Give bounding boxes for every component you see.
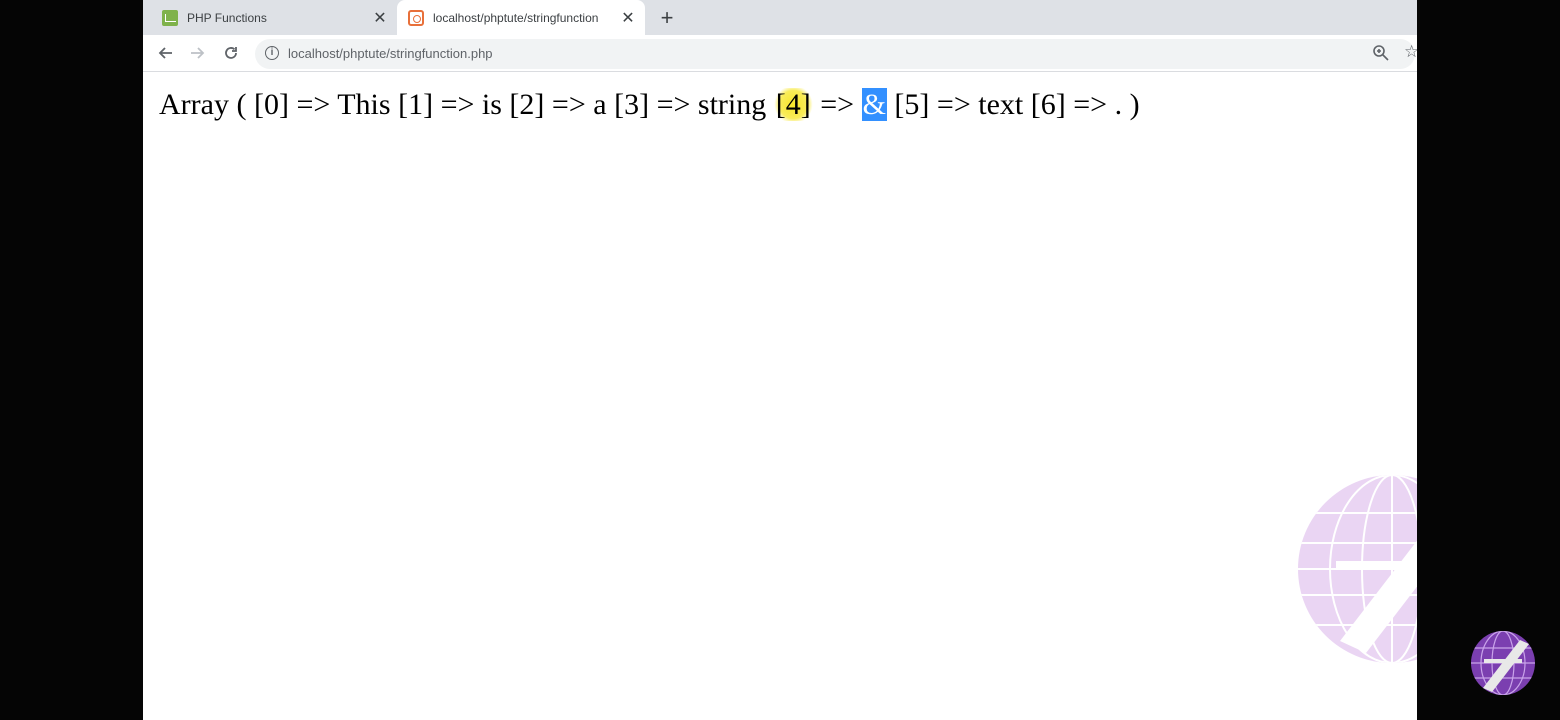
reload-icon[interactable] <box>219 41 243 65</box>
array-index: [3] <box>614 88 650 121</box>
url-text: localhost/phptute/stringfunction.php <box>288 46 493 61</box>
tab-title: localhost/phptute/stringfunction <box>433 10 599 25</box>
globe-watermark-icon <box>1298 475 1417 663</box>
browser-window: PHP Functions ✕ localhost/phptute/string… <box>143 0 1417 720</box>
selected-array-value: & <box>861 88 887 121</box>
xampp-favicon-icon <box>408 9 424 26</box>
tab-stringfunction[interactable]: localhost/phptute/stringfunction ✕ <box>397 0 645 35</box>
array-index: [6] <box>1030 88 1066 121</box>
browser-toolbar: i localhost/phptute/stringfunction.php ☆ <box>143 35 1417 72</box>
bookmark-star-icon[interactable]: ☆ <box>1404 42 1417 62</box>
array-arrow: => <box>1065 88 1115 121</box>
array-arrow: => <box>433 88 482 121</box>
array-index: [1] <box>398 88 434 121</box>
array-index: [2] <box>509 88 545 121</box>
array-arrow: => <box>649 88 698 121</box>
php-print-r-output: Array ( [0] => This [1] => is [2] => a [… <box>159 88 1140 122</box>
channel-logo-icon <box>1471 631 1535 695</box>
close-icon[interactable]: ✕ <box>617 7 639 29</box>
address-bar[interactable]: i localhost/phptute/stringfunction.php ☆ <box>255 39 1417 69</box>
highlighted-array-index: [4] <box>773 88 813 121</box>
array-arrow: => <box>812 88 862 121</box>
array-index: [0] <box>253 88 289 121</box>
array-value: . <box>1114 88 1130 121</box>
array-suffix: ) <box>1129 88 1140 121</box>
close-icon[interactable]: ✕ <box>369 7 391 29</box>
forward-arrow-icon[interactable] <box>186 41 210 65</box>
array-value: a <box>593 88 615 121</box>
video-border-right <box>1417 0 1560 720</box>
back-arrow-icon[interactable] <box>153 41 177 65</box>
array-arrow: => <box>288 88 338 121</box>
info-icon[interactable]: i <box>265 46 279 60</box>
array-value: string <box>697 88 774 121</box>
array-value: This <box>337 88 399 121</box>
tab-php-functions[interactable]: PHP Functions ✕ <box>151 0 397 35</box>
array-prefix: Array ( <box>159 88 254 121</box>
array-arrow: => <box>929 88 979 121</box>
tab-title: PHP Functions <box>187 10 267 25</box>
new-tab-button[interactable]: + <box>655 5 679 30</box>
array-arrow: => <box>544 88 594 121</box>
zoom-icon[interactable] <box>1372 44 1390 62</box>
tab-strip: PHP Functions ✕ localhost/phptute/string… <box>143 0 1417 35</box>
w3-favicon-icon <box>162 9 178 26</box>
array-value: is <box>481 88 510 121</box>
array-value: text <box>978 88 1031 121</box>
video-border-left <box>0 0 143 720</box>
array-index: [5] <box>894 88 930 121</box>
